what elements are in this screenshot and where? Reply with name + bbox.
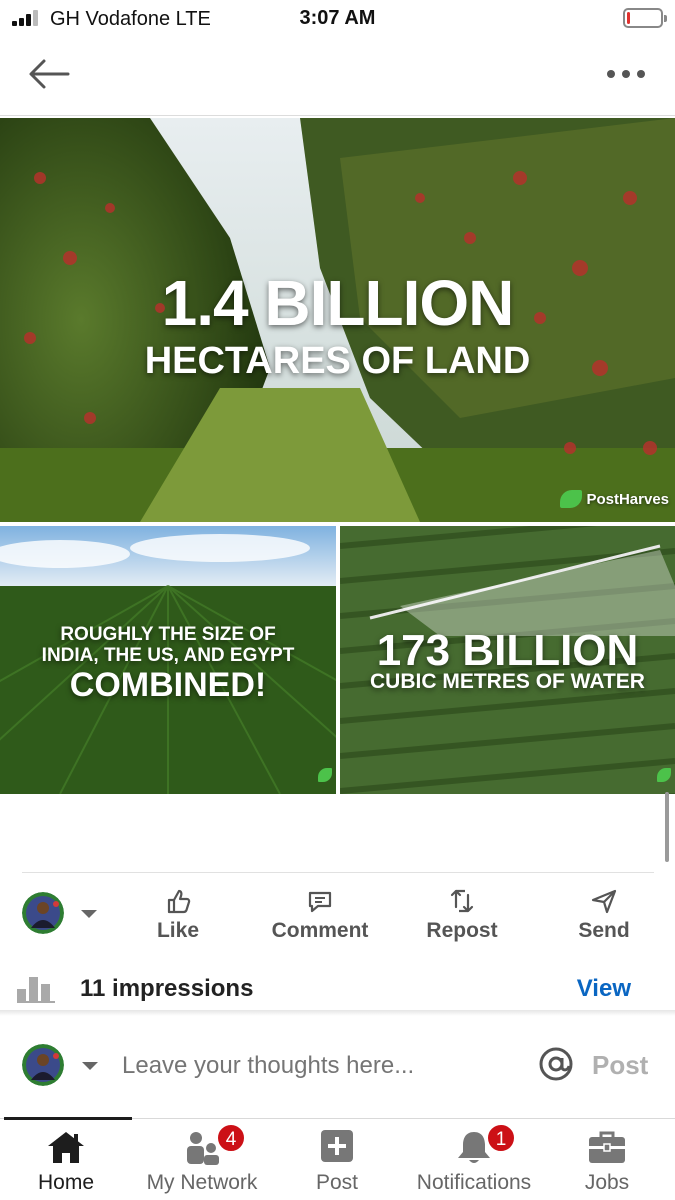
notification-badge: 1 [486,1123,516,1153]
battery-icon [623,8,667,28]
field-caption-combined: COMBINED! [69,666,267,704]
avatar-image [22,1044,64,1086]
post-comment-button[interactable]: Post [592,1050,648,1081]
chevron-down-icon[interactable] [82,1062,98,1070]
tab-label: My Network [146,1171,258,1194]
tab-notifications[interactable]: 1 Notifications [404,1119,544,1200]
comment-composer: Post [0,1016,675,1116]
more-options-button[interactable] [603,62,649,86]
like-label: Like [156,919,200,942]
top-nav [0,38,675,116]
comment-label: Comment [271,919,369,942]
thumbs-up-icon [167,889,191,914]
avatar[interactable] [22,1044,64,1086]
more-horizontal-icon [607,70,645,78]
field-caption-b: INDIA, THE US, AND EGYPT [41,645,295,666]
post-image-field[interactable]: ROUGHLY THE SIZE OF INDIA, THE US, AND E… [0,526,336,794]
repost-button[interactable]: Repost [402,885,522,945]
impressions-count: 11 impressions [80,975,254,1002]
at-icon[interactable] [536,1044,576,1084]
comment-icon [308,891,332,913]
arrow-left-icon [29,59,70,89]
post-image-orchard[interactable]: 1.4 BILLION HECTARES OF LAND PostHarves [0,118,675,522]
tab-jobs[interactable]: Jobs [566,1119,648,1200]
hero-headline: 1.4 BILLION [161,267,515,339]
avatar-image [22,892,64,934]
chevron-down-icon[interactable] [81,910,97,918]
tab-my-network[interactable]: 4 My Network [132,1119,272,1200]
tab-home[interactable]: Home [16,1119,116,1200]
field-caption-a: ROUGHLY THE SIZE OF [60,624,276,645]
postharvest-watermark: PostHarves [560,490,669,508]
send-icon [591,889,617,914]
battery-level [627,12,630,24]
tab-label: Notifications [416,1171,532,1194]
home-icon [48,1132,84,1163]
view-analytics-link[interactable]: View [577,975,631,1003]
bottom-tab-bar: Home 4 My Network Post 1 Notifications J… [0,1117,675,1200]
notification-badge: 4 [216,1123,246,1153]
tab-label: Post [315,1171,359,1194]
back-button[interactable] [24,54,74,94]
status-bar: GH Vodafone LTE 3:07 AM [0,0,675,38]
scrollbar-thumb[interactable] [665,792,669,862]
status-time: 3:07 AM [299,7,376,29]
avatar[interactable] [22,892,64,934]
send-button[interactable]: Send [544,885,664,945]
briefcase-icon [589,1131,625,1163]
divider [22,872,654,873]
leaf-logo-icon [560,490,583,508]
comment-input[interactable] [122,1050,522,1082]
analytics-bars-icon [17,977,55,1003]
impressions-row: 11 impressions View [0,965,675,1011]
tab-label: Jobs [584,1171,630,1194]
post-image-irrigation[interactable]: 173 BILLION CUBIC METRES OF WATER [340,526,675,794]
tab-label: Home [37,1171,95,1194]
field-caption-line1: ROUGHLY THE SIZE OF INDIA, THE US, AND E… [0,624,336,666]
repost-label: Repost [426,919,498,942]
send-label: Send [578,919,630,942]
like-button[interactable]: Like [118,885,238,945]
comment-button[interactable]: Comment [260,885,380,945]
watermark-text: PostHarves [586,490,669,508]
repost-icon [450,889,474,913]
hero-subheadline: HECTARES OF LAND [144,340,531,382]
water-headline: 173 BILLION [376,626,639,675]
plus-square-icon [321,1130,353,1162]
water-subheadline: CUBIC METRES OF WATER [370,670,645,693]
tab-post[interactable]: Post [296,1119,378,1200]
